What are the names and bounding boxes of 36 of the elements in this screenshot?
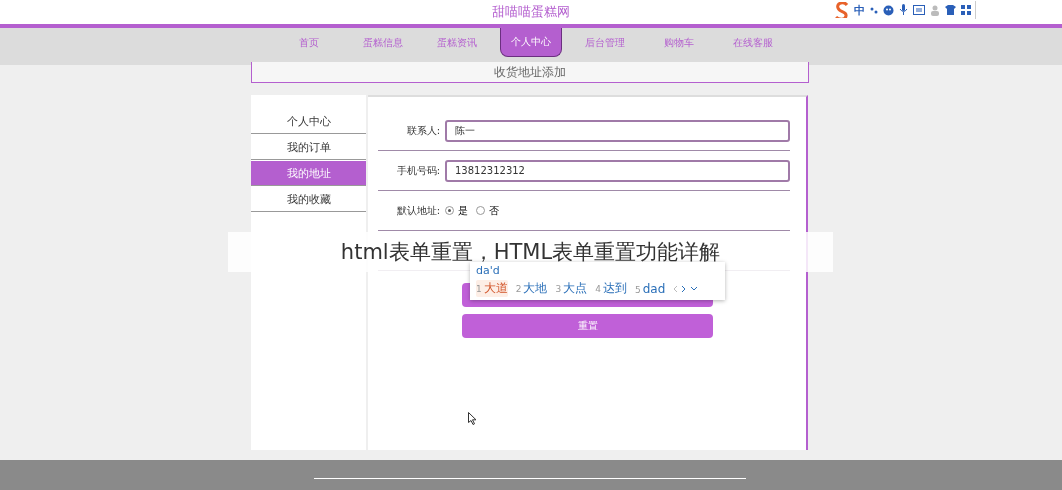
sidebar-item[interactable]: 我的收藏 xyxy=(251,187,366,212)
keyboard-icon[interactable] xyxy=(913,5,925,15)
grid-icon[interactable] xyxy=(961,5,971,15)
field-label: 默认地址: xyxy=(395,203,440,218)
candidate-item[interactable]: 3 大点 xyxy=(555,280,588,297)
sidebar-item[interactable]: 我的订单 xyxy=(251,135,366,160)
field-label: 联系人: xyxy=(405,123,440,138)
nav-tab[interactable]: 蛋糕资讯 xyxy=(420,28,494,57)
radio-label: 是 xyxy=(458,203,468,218)
page-heading: 收货地址添加 xyxy=(251,62,809,83)
nav-tab[interactable]: 个人中心 xyxy=(500,28,562,57)
candidate-item[interactable]: 5 dad xyxy=(634,281,666,296)
cursor-icon xyxy=(468,412,477,425)
input-method-logo-icon[interactable] xyxy=(835,2,849,18)
composition-text: da'd xyxy=(476,264,500,277)
radio-label: 否 xyxy=(489,203,499,218)
input-field[interactable]: 陈一 xyxy=(445,119,790,142)
nav-tab[interactable]: 购物车 xyxy=(642,28,716,57)
site-title: 甜喵喵蛋糕网 xyxy=(492,3,570,21)
candidate-item[interactable]: 2 大地 xyxy=(515,280,548,297)
sidebar-item[interactable]: 我的地址 xyxy=(251,161,366,186)
language-mode[interactable]: 中 xyxy=(854,2,865,18)
sidebar-item[interactable]: 个人中心 xyxy=(251,109,366,134)
candidate-item[interactable]: 1 大道 xyxy=(476,280,508,297)
shirt-icon[interactable] xyxy=(945,5,956,15)
nav-tab[interactable]: 首页 xyxy=(272,28,346,57)
nav-tab[interactable]: 在线客服 xyxy=(716,28,790,57)
form-button[interactable]: 重置 xyxy=(462,314,713,338)
input-field[interactable]: 13812312312 xyxy=(445,159,790,182)
nav-tab[interactable]: 后台管理 xyxy=(568,28,642,57)
punctuation-icon[interactable] xyxy=(870,6,878,14)
nav-tab[interactable]: 蛋糕信息 xyxy=(346,28,420,57)
field-label: 手机号码: xyxy=(395,163,440,178)
candidate-item[interactable]: 4 达到 xyxy=(595,280,627,297)
emoji-icon[interactable] xyxy=(883,4,894,16)
microphone-icon[interactable] xyxy=(899,4,908,16)
